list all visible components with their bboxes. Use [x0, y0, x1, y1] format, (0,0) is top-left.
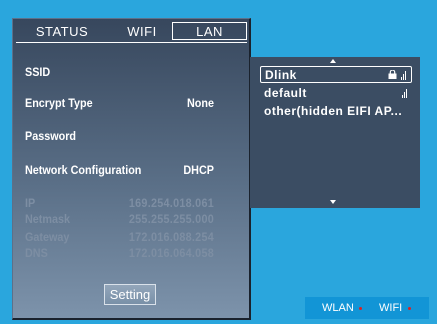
tab-lan[interactable]: LAN [172, 22, 247, 40]
lock-icon [388, 70, 397, 79]
network-name: other(hidden EIFI AP... [264, 104, 403, 118]
dns-value: 172.016.064.058 [128, 246, 214, 260]
netmask-label: Netmask [25, 212, 71, 226]
ip-row: IP 169.254.018.061 [25, 196, 214, 212]
wlan-label: WLAN [322, 302, 354, 314]
wifi-status-indicator [408, 307, 411, 310]
dns-label: DNS [25, 246, 48, 260]
network-name: default [264, 86, 307, 100]
network-name: Dlink [265, 68, 297, 82]
network-item-default[interactable]: default [260, 85, 412, 102]
netmask-row: Netmask 255.255.255.000 [25, 212, 214, 228]
netmask-value: 255.255.255.000 [128, 212, 214, 226]
signal-icon [402, 87, 408, 98]
network-item-dlink[interactable]: Dlink [260, 66, 412, 83]
encrypt-type-value: None [187, 96, 214, 110]
encrypt-type-row[interactable]: Encrypt Type None [25, 96, 214, 112]
tab-divider [16, 42, 247, 43]
triangle-up-icon[interactable] [330, 59, 336, 63]
dns-row: DNS 172.016.064.058 [25, 246, 214, 262]
ip-value: 169.254.018.061 [128, 196, 214, 210]
gateway-label: Gateway [25, 230, 70, 244]
status-bar: WLAN WIFI [305, 297, 429, 319]
triangle-down-icon[interactable] [330, 200, 336, 204]
tab-status[interactable]: STATUS [23, 23, 101, 41]
network-item-other[interactable]: other(hidden EIFI AP... [260, 103, 412, 120]
gateway-row: Gateway 172.016.088.254 [25, 230, 214, 246]
network-configuration-value: DHCP [183, 163, 214, 177]
network-configuration-label: Network Configuration [25, 163, 142, 177]
password-label: Password [25, 129, 77, 143]
password-row[interactable]: Password [25, 129, 214, 145]
signal-icon [401, 69, 407, 80]
wlan-status-indicator [359, 307, 362, 310]
ssid-dropdown[interactable]: Dlink default other(hidden EIFI AP... [250, 57, 420, 208]
encrypt-type-label: Encrypt Type [25, 96, 93, 110]
tab-wifi[interactable]: WIFI [117, 23, 167, 41]
tab-bar: STATUS WIFI LAN [13, 21, 249, 43]
wifi-label: WIFI [379, 302, 403, 314]
ssid-label: SSID [25, 65, 51, 79]
setting-button[interactable]: Setting [104, 284, 156, 305]
lan-settings-panel: STATUS WIFI LAN SSID Encrypt Type None P… [12, 18, 251, 320]
network-configuration-row[interactable]: Network Configuration DHCP [25, 163, 214, 179]
ip-label: IP [25, 196, 36, 210]
gateway-value: 172.016.088.254 [128, 230, 214, 244]
ssid-row[interactable]: SSID [25, 65, 214, 81]
